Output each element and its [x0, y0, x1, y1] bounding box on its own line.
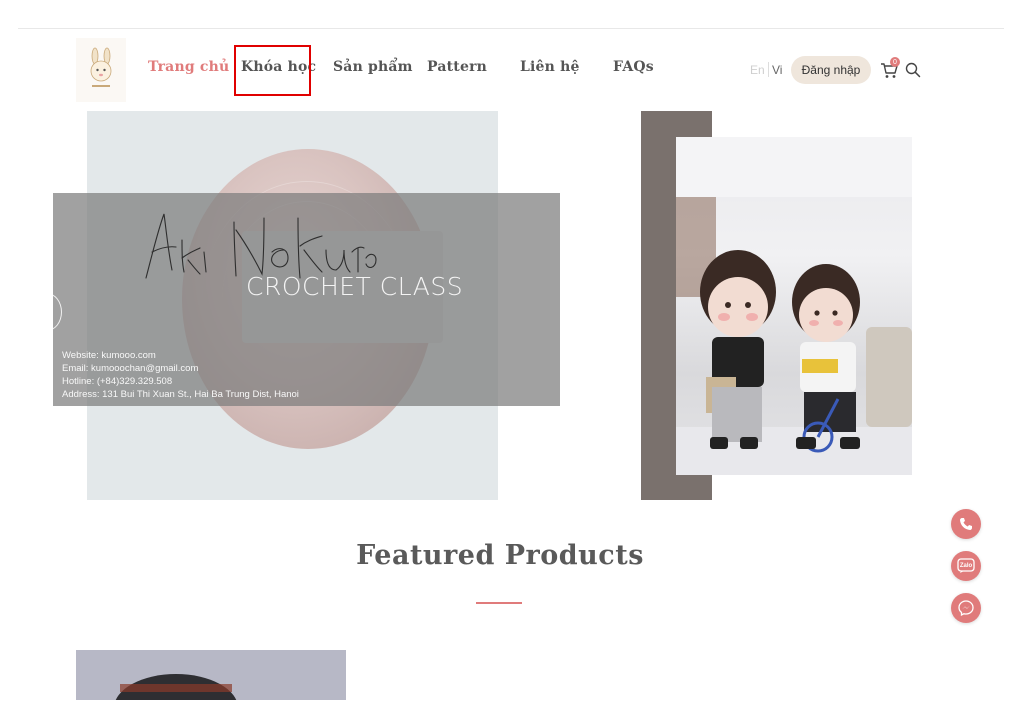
zalo-label: Zalo [959, 563, 973, 569]
dolls-illustration [676, 137, 912, 475]
nav-home[interactable]: Trang chủ [148, 59, 229, 75]
contact-hotline: Hotline: (+84)329.329.508 [62, 376, 173, 387]
slider-prev-arrow[interactable] [32, 293, 62, 331]
nav-pattern[interactable]: Pattern [427, 59, 487, 75]
featured-divider [476, 602, 522, 604]
contact-website: Website: kumooo.com [62, 350, 156, 361]
lang-en[interactable]: En [750, 63, 765, 77]
contact-email: Email: kumooochan@gmail.com [62, 363, 199, 374]
lang-vi[interactable]: Vi [772, 63, 782, 77]
nav-contact[interactable]: Liên hệ [520, 59, 580, 75]
product-card[interactable] [76, 650, 346, 700]
search-icon[interactable] [905, 62, 921, 83]
bunny-logo-icon [90, 47, 112, 87]
featured-products-title: Featured Products [356, 540, 644, 571]
dolls-photo [676, 137, 912, 475]
nav-courses-highlight [234, 45, 311, 96]
zalo-icon[interactable]: Zalo [951, 551, 981, 581]
product-thumbnail [76, 650, 346, 700]
contact-address: Address: 131 Bui Thi Xuan St., Hai Ba Tr… [62, 389, 299, 400]
hero-subtitle: CROCHET CLASS [246, 272, 464, 301]
top-divider [18, 28, 1004, 29]
nav-faqs[interactable]: FAQs [613, 59, 654, 75]
login-button[interactable]: Đăng nhập [791, 56, 871, 84]
cart-badge: 0 [890, 57, 900, 67]
phone-icon[interactable] [951, 509, 981, 539]
nav-products[interactable]: Sản phẩm [333, 59, 413, 75]
messenger-icon[interactable] [951, 593, 981, 623]
lang-separator [768, 62, 769, 77]
site-logo[interactable] [76, 38, 126, 102]
